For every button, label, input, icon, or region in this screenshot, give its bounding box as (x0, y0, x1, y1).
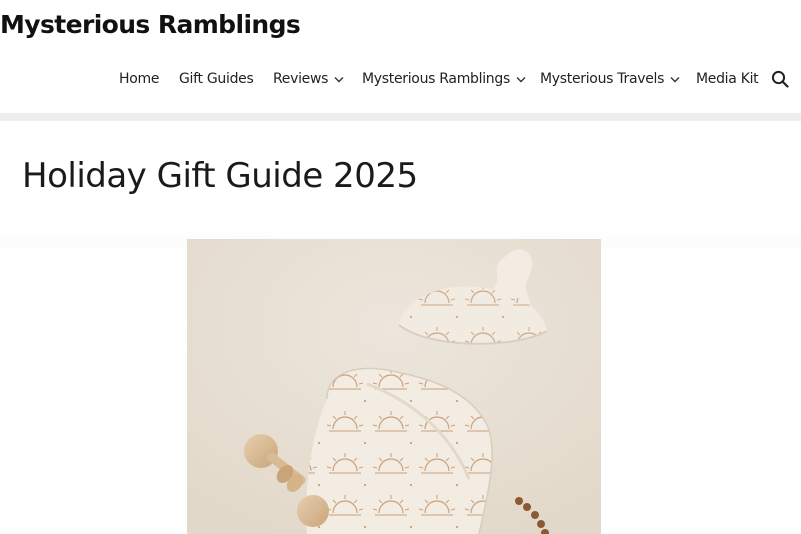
search-button[interactable] (771, 70, 789, 88)
page-title: Holiday Gift Guide 2025 (22, 156, 418, 196)
nav-item-label: Mysterious Travels (540, 71, 665, 87)
nav-item-label: Mysterious Ramblings (362, 71, 510, 87)
nav-item-label: Home (119, 71, 160, 87)
nav-item-label: Media Kit (696, 71, 759, 87)
featured-image[interactable] (187, 239, 601, 534)
site-title[interactable]: Mysterious Ramblings (0, 10, 301, 39)
chevron-down-icon[interactable] (670, 76, 680, 83)
nav-item-reviews[interactable]: Reviews (273, 66, 344, 92)
header-divider (0, 113, 801, 121)
nav-item-label: Reviews (273, 71, 329, 87)
chevron-down-icon[interactable] (516, 76, 526, 83)
main-navigation: Home Gift Guides Reviews Mysterious Ramb… (0, 66, 801, 92)
nav-item-media-kit[interactable]: Media Kit (696, 66, 759, 92)
nav-item-gift-guides[interactable]: Gift Guides (179, 66, 254, 92)
chevron-down-icon[interactable] (334, 76, 344, 83)
search-icon (771, 70, 789, 92)
nav-item-label: Gift Guides (179, 71, 254, 87)
nav-item-mysterious-ramblings[interactable]: Mysterious Ramblings (362, 66, 526, 92)
nav-item-mysterious-travels[interactable]: Mysterious Travels (540, 66, 680, 92)
nav-item-home[interactable]: Home (119, 66, 159, 92)
